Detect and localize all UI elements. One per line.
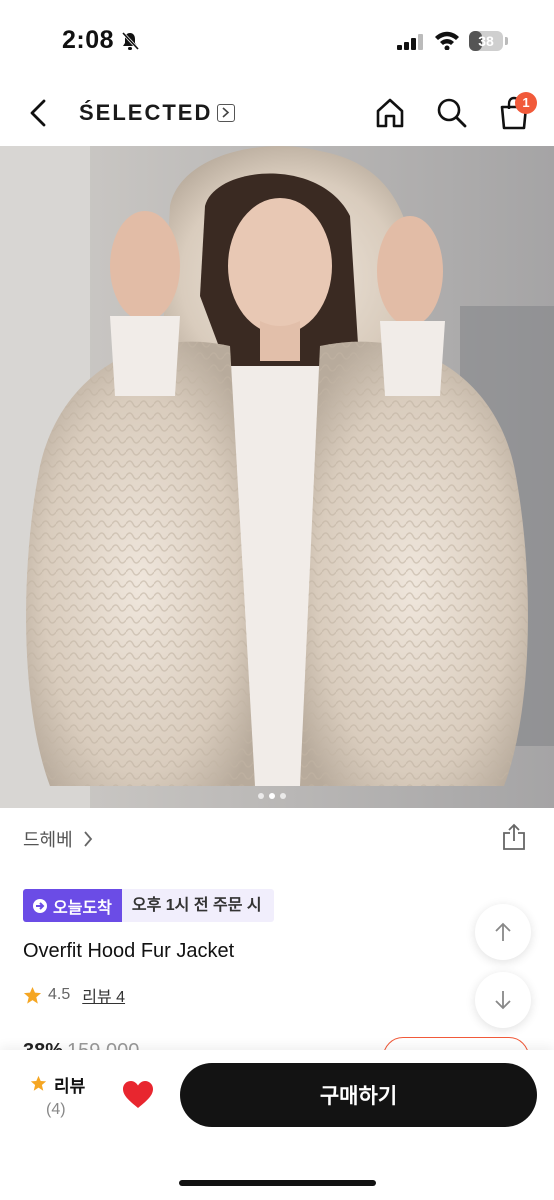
buy-button[interactable]: 구매하기 <box>180 1063 537 1127</box>
home-icon[interactable] <box>374 97 406 129</box>
delivery-badge-label: 오늘도착 <box>53 899 112 917</box>
bottom-action-bar: 리뷰 (4) 구매하기 <box>0 1050 554 1200</box>
battery-tip <box>505 37 508 45</box>
product-name: Overfit Hood Fur Jacket <box>23 940 235 962</box>
review-tab-label[interactable]: 리뷰 <box>54 1072 85 1097</box>
scroll-down-button[interactable] <box>475 972 531 1028</box>
brand-name[interactable]: ŚELECTED <box>79 100 212 126</box>
review-link[interactable]: 리뷰 4 <box>82 983 125 1007</box>
product-image[interactable] <box>0 146 554 808</box>
star-icon <box>30 1075 47 1091</box>
rating-score: 4.5 <box>48 986 71 1003</box>
battery-level: 38 <box>478 33 494 49</box>
brand-link-button[interactable] <box>217 104 235 122</box>
status-bar: 2:08 38 <box>0 0 554 80</box>
rating-row: 4.5 리뷰 4 <box>23 983 125 1007</box>
star-icon <box>23 986 42 1004</box>
signal-icon <box>397 34 423 50</box>
chevron-right-icon <box>222 107 230 118</box>
search-icon[interactable] <box>436 97 468 129</box>
heart-icon[interactable] <box>122 1080 154 1110</box>
home-indicator <box>179 1180 376 1186</box>
arrow-up-icon <box>495 922 511 941</box>
pagination-dot <box>258 793 264 799</box>
gallery-pagination <box>258 786 291 804</box>
app-header: ŚELECTED 1 <box>0 80 554 146</box>
product-photo <box>0 146 554 808</box>
review-count: (4) <box>46 1101 66 1118</box>
arrow-down-icon <box>495 991 511 1010</box>
pagination-dot-active <box>269 793 275 799</box>
wifi-icon <box>435 31 459 50</box>
seller-name[interactable]: 드헤베 <box>23 826 73 852</box>
pagination-dot <box>280 793 286 799</box>
back-arrow-icon[interactable] <box>26 98 52 128</box>
cart-count-badge: 1 <box>515 92 537 114</box>
delivery-badge: 오늘도착 오후 1시 전 주문 시 <box>23 889 274 922</box>
battery-indicator: 38 <box>469 31 503 51</box>
chevron-right-icon[interactable] <box>82 830 94 848</box>
status-time: 2:08 <box>62 26 115 54</box>
bell-slash-icon <box>121 31 140 51</box>
today-delivery-tag: 오늘도착 <box>23 889 122 922</box>
scroll-to-top-button[interactable] <box>475 904 531 960</box>
share-icon[interactable] <box>502 823 526 851</box>
delivery-arrow-icon <box>33 898 47 913</box>
delivery-note: 오후 1시 전 주문 시 <box>121 889 274 922</box>
